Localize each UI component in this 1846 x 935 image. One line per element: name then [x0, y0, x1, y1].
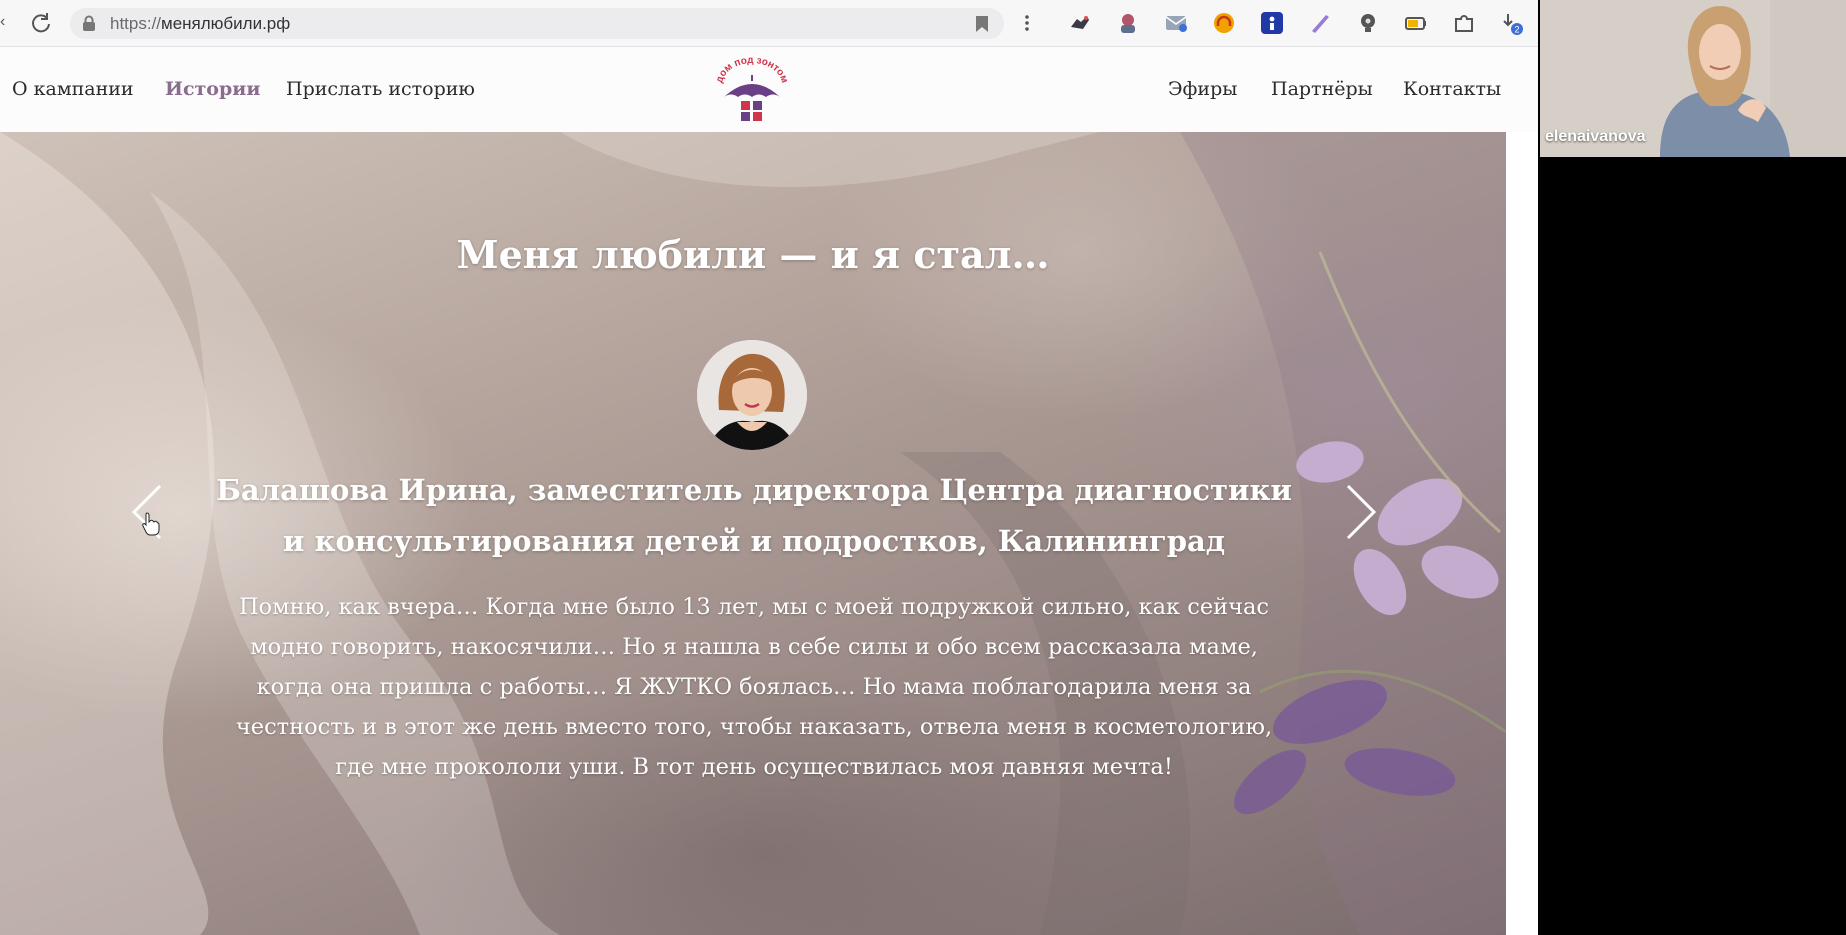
download-count: 2: [1514, 25, 1519, 35]
participant-name: elenaivanova: [1545, 128, 1646, 145]
downloads-icon[interactable]: 2: [1500, 11, 1524, 35]
story-author-name: Балашова Ирина, заместитель директора Це…: [216, 473, 1292, 558]
reload-icon[interactable]: [28, 10, 54, 36]
stories-slider: Меня любили — и я стал… Балашова Ирина, …: [0, 132, 1506, 935]
story-author-photo: [697, 340, 807, 450]
hand-cursor-icon: [142, 512, 160, 536]
slider-next-arrow-icon[interactable]: [1342, 484, 1378, 540]
browser-window: ‹ https://менялюбили.рф 2 О кампании Ист…: [0, 0, 1538, 935]
url-host: менялюбили.рф: [161, 14, 291, 33]
extension-blue-icon[interactable]: [1260, 11, 1284, 35]
url-protocol: https://: [110, 14, 162, 33]
extension-lightbulb-icon[interactable]: [1356, 11, 1380, 35]
address-bar[interactable]: https://менялюбили.рф: [70, 8, 1004, 39]
extension-avatar-icon[interactable]: [1116, 11, 1140, 35]
back-icon[interactable]: ‹: [0, 14, 6, 30]
nav-stories[interactable]: Истории: [165, 78, 260, 100]
story-text: Помню, как вчера… Когда мне было 13 лет,…: [235, 594, 1273, 780]
extension-battery-icon[interactable]: [1404, 11, 1428, 35]
nav-partners[interactable]: Партнёры: [1271, 78, 1373, 100]
extension-pen-icon[interactable]: [1308, 11, 1332, 35]
nav-contacts[interactable]: Контакты: [1403, 78, 1501, 100]
extension-mail-icon[interactable]: [1164, 11, 1188, 35]
lock-icon: [83, 15, 95, 31]
site-logo[interactable]: дом под зонтом: [712, 57, 792, 125]
video-call-tile: elenaivanova: [1540, 0, 1846, 157]
bookmark-icon[interactable]: [974, 15, 990, 33]
nav-send-story[interactable]: Прислать историю: [286, 78, 475, 100]
extension-headphones-icon[interactable]: [1212, 11, 1236, 35]
nav-broadcasts[interactable]: Эфиры: [1168, 78, 1237, 100]
nav-about[interactable]: О кампании: [12, 78, 134, 100]
more-options-icon[interactable]: [1020, 12, 1034, 34]
site-header: О кампании Истории Прислать историю дом …: [0, 47, 1538, 132]
url-text: https://менялюбили.рф: [110, 8, 290, 39]
browser-toolbar: ‹ https://менялюбили.рф 2: [0, 0, 1538, 47]
slider-title: Меня любили — и я стал…: [456, 232, 1050, 277]
extensions-puzzle-icon[interactable]: [1452, 11, 1476, 35]
extension-bird-icon[interactable]: [1068, 11, 1092, 35]
